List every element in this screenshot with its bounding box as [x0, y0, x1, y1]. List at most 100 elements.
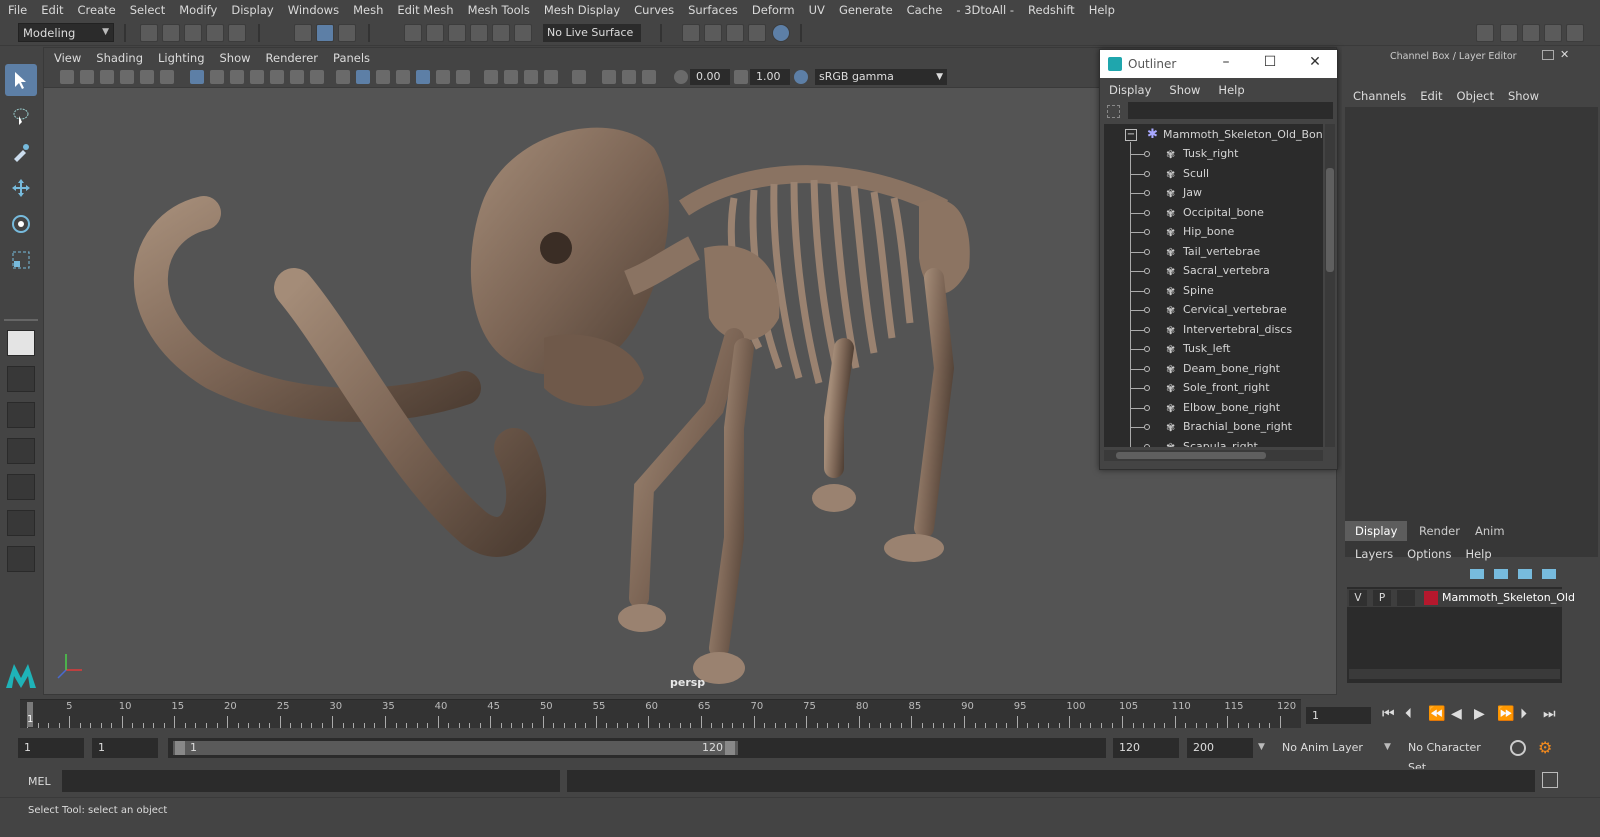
outliner-item[interactable]: ✾ Scull	[1104, 165, 1323, 184]
new-layer-icon[interactable]	[1518, 569, 1532, 579]
move-layer-down-icon[interactable]	[1494, 569, 1508, 579]
auto-key-icon[interactable]	[1510, 740, 1526, 756]
edit-menu[interactable]: Edit	[1420, 89, 1442, 103]
new-scene-icon[interactable]	[140, 24, 158, 42]
outliner-item[interactable]: ✾ Deam_bone_right	[1104, 360, 1323, 379]
menu-mesh-tools[interactable]: Mesh Tools	[468, 3, 530, 17]
layer-row[interactable]: V P Mammoth_Skeleton_Old	[1347, 589, 1575, 607]
step-back-key-icon[interactable]: ⏪	[1428, 706, 1445, 722]
outliner-item[interactable]: ✾ Tusk_left	[1104, 340, 1323, 359]
outliner-item[interactable]: ✾ Scapula_right	[1104, 438, 1323, 447]
xray-icon[interactable]	[504, 70, 518, 84]
ipr-render-icon[interactable]	[726, 24, 744, 42]
grid-icon[interactable]	[190, 70, 204, 84]
bookmarks-icon[interactable]	[100, 70, 114, 84]
layer-name[interactable]: Mammoth_Skeleton_Old	[1442, 591, 1575, 604]
help-menu[interactable]: Help	[1465, 547, 1491, 561]
character-set-dropdown[interactable]: No Character Set	[1402, 738, 1502, 774]
menu-uv[interactable]: UV	[809, 3, 825, 17]
move-layer-up-icon[interactable]	[1470, 569, 1484, 579]
use-all-lights-icon[interactable]	[416, 70, 430, 84]
menu-edit-mesh[interactable]: Edit Mesh	[397, 3, 453, 17]
play-backwards-icon[interactable]: ◀	[1451, 706, 1462, 722]
menu-curves[interactable]: Curves	[634, 3, 674, 17]
range-start-grip[interactable]	[175, 741, 185, 755]
time-slider[interactable]: 5 10 15 20 25 30 35 40 45 50 55 60 65 70 75 80 85 90 95 100…	[20, 699, 1301, 728]
shadows-icon[interactable]	[436, 70, 450, 84]
filter-icon[interactable]	[1107, 105, 1120, 118]
menu-cache[interactable]: Cache	[907, 3, 943, 17]
screen-space-ao-icon[interactable]	[456, 70, 470, 84]
menu-help[interactable]: Help	[1089, 3, 1115, 17]
outliner-item[interactable]: ✾ Sole_front_right	[1104, 379, 1323, 398]
outliner-scroll-thumb[interactable]	[1326, 168, 1334, 272]
hypershade-icon[interactable]	[772, 24, 790, 42]
persp-graph-layout-icon[interactable]	[7, 438, 35, 464]
show-menu[interactable]: Show	[1508, 89, 1539, 103]
outliner-item[interactable]: ✾ Sacral_vertebra	[1104, 262, 1323, 281]
snap-projected-icon[interactable]	[470, 24, 488, 42]
isolate-select-icon[interactable]	[484, 70, 498, 84]
snap-view-plane-icon[interactable]	[492, 24, 510, 42]
outliner-menu-help[interactable]: Help	[1218, 83, 1244, 97]
frame-all-icon[interactable]	[602, 70, 616, 84]
menu-generate[interactable]: Generate	[839, 3, 893, 17]
menu-set-selector[interactable]: Modeling ▼	[18, 23, 114, 42]
camera-attributes-icon[interactable]	[80, 70, 94, 84]
hypershade-layout-icon[interactable]	[7, 510, 35, 536]
menu-surfaces[interactable]: Surfaces	[688, 3, 738, 17]
paint-select-tool[interactable]	[5, 136, 37, 168]
snap-curve-icon[interactable]	[426, 24, 444, 42]
select-camera-icon[interactable]	[60, 70, 74, 84]
go-to-end-icon[interactable]: ⏭	[1543, 706, 1556, 722]
outliner-item[interactable]: ✾ Intervertebral_discs	[1104, 321, 1323, 340]
select-tool[interactable]	[5, 64, 37, 96]
outliner-root-item[interactable]: − ✱ Mammoth_Skeleton_Old_Bones	[1104, 126, 1323, 145]
select-highlight-icon[interactable]	[572, 70, 586, 84]
panel-menu-view[interactable]: View	[54, 51, 81, 65]
menu-modify[interactable]: Modify	[179, 3, 217, 17]
panel-layout-icon[interactable]	[642, 70, 656, 84]
render-current-icon[interactable]	[704, 24, 722, 42]
minimize-icon[interactable]: –	[1216, 54, 1236, 70]
play-forwards-icon[interactable]: ▶	[1474, 706, 1485, 722]
step-forward-key-icon[interactable]: ⏩	[1497, 706, 1514, 722]
menu-mesh-display[interactable]: Mesh Display	[544, 3, 620, 17]
layer-playback-toggle[interactable]: P	[1373, 590, 1391, 606]
layer-display-type[interactable]	[1397, 590, 1415, 606]
snap-point-icon[interactable]	[448, 24, 466, 42]
new-layer-selected-icon[interactable]	[1542, 569, 1556, 579]
command-input[interactable]	[62, 770, 560, 792]
grease-pencil-icon[interactable]	[160, 70, 174, 84]
menu-file[interactable]: File	[8, 3, 27, 17]
attribute-editor-icon[interactable]	[1522, 24, 1540, 42]
go-to-start-icon[interactable]: ⏮	[1382, 706, 1395, 722]
save-scene-icon[interactable]	[184, 24, 202, 42]
select-by-object-icon[interactable]	[316, 24, 334, 42]
tab-render[interactable]: Render	[1409, 521, 1470, 541]
make-live-icon[interactable]	[514, 24, 532, 42]
outliner-item[interactable]: ✾ Jaw	[1104, 184, 1323, 203]
menu-redshift[interactable]: Redshift	[1028, 3, 1075, 17]
menu-mesh[interactable]: Mesh	[353, 3, 383, 17]
gate-mask-icon[interactable]	[250, 70, 264, 84]
outliner-item[interactable]: ✾ Spine	[1104, 282, 1323, 301]
select-by-hierarchy-icon[interactable]	[294, 24, 312, 42]
sculpt-tools-icon[interactable]	[1476, 24, 1494, 42]
wireframe-on-shaded-icon[interactable]	[376, 70, 390, 84]
live-surface-field[interactable]: No Live Surface	[543, 24, 641, 42]
resolution-gate-icon[interactable]	[230, 70, 244, 84]
chevron-down-icon[interactable]: ▼	[1258, 742, 1265, 752]
outliner-menu-display[interactable]: Display	[1109, 83, 1151, 97]
panel-menu-shading[interactable]: Shading	[96, 51, 143, 65]
layer-visibility-toggle[interactable]: V	[1349, 590, 1367, 606]
outliner-item[interactable]: ✾ Hip_bone	[1104, 223, 1323, 242]
step-forward-frame-icon[interactable]: ⏵	[1520, 706, 1527, 722]
rotate-tool[interactable]	[5, 208, 37, 240]
menu-create[interactable]: Create	[78, 3, 116, 17]
close-panel-icon[interactable]: ✕	[1560, 48, 1569, 61]
redo-icon[interactable]	[228, 24, 246, 42]
menu-deform[interactable]: Deform	[752, 3, 795, 17]
wireframe-icon[interactable]	[336, 70, 350, 84]
color-management-icon[interactable]	[794, 70, 808, 84]
